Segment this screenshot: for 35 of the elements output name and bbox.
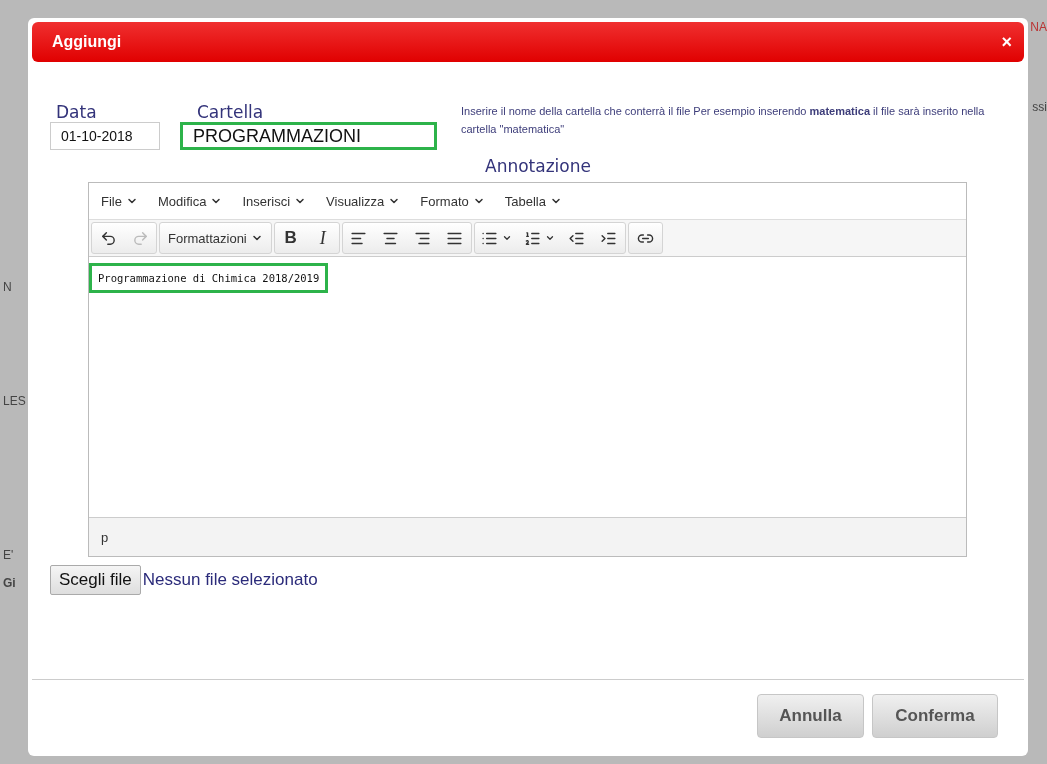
editor-menu[interactable]: Tabella [504,193,562,209]
editor-menu[interactable]: Visualizza [326,193,401,209]
redo-icon [131,229,149,247]
background-text: N [3,280,12,294]
bold-button[interactable]: B [274,223,307,253]
help-text: Inserire il nome della cartella che conterrà il file Per esempio inserendo matematica il file sarà inserito nella cartella "matematica" [461,104,986,137]
background-text: E' [3,548,14,562]
choose-file-button[interactable]: Scegli file [50,565,141,595]
annotation-label: Annotazione [484,156,591,176]
dialog-title: Aggiungi [52,33,122,51]
link-button[interactable] [627,222,663,254]
background-text: LES [3,394,26,408]
folder-label: Cartella [197,102,265,122]
numbered-list-icon [523,229,541,247]
background-text: Gi [3,576,16,590]
editor-text: Programmazione di Chimica 2018/2019 [89,263,329,293]
cancel-button[interactable]: Annulla [757,694,864,738]
date-label: Data [56,102,98,122]
folder-field[interactable]: PROGRAMMAZIONI [180,122,437,150]
file-status: Nessun file selezionato [142,570,318,590]
editor-menu[interactable]: Inserisci [242,193,307,209]
editor-menu[interactable]: Modifica [157,193,223,209]
close-button[interactable]: × [1001,31,1012,53]
caret-icon [501,233,512,243]
undo-icon [99,229,117,247]
background-text: NA [1030,20,1047,34]
editor-menu[interactable]: Formato [420,193,485,209]
element-path: p [101,529,109,545]
confirm-button[interactable]: Conferma [872,694,998,738]
caret-icon [544,233,555,243]
format-dropdown[interactable]: Formattazioni [159,222,272,254]
background-text: ssi [1032,100,1047,114]
editor-menu[interactable]: File [101,193,138,209]
italic-button[interactable]: I [306,223,339,253]
date-field[interactable]: 01-10-2018 [50,122,160,150]
